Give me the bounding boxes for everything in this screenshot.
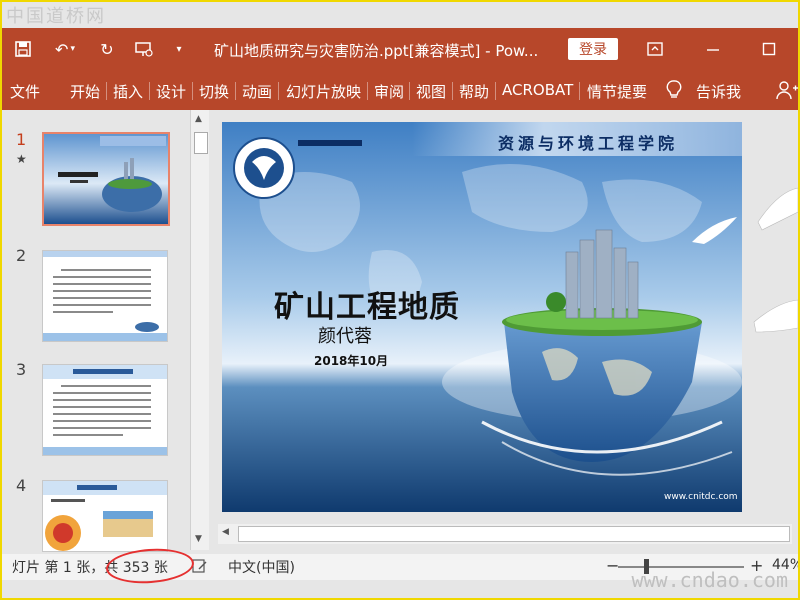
site-url-watermark: www.cndao.com — [631, 568, 788, 592]
tab-separator — [409, 82, 410, 100]
share-person-icon[interactable] — [776, 80, 798, 104]
seagull-decoration — [753, 187, 798, 333]
slide-number: 2 — [16, 246, 27, 265]
ribbon-display-options-icon[interactable] — [642, 36, 668, 62]
lightbulb-icon[interactable] — [666, 80, 682, 104]
title-bar: ↶ ▾ ↻ ▾ 矿山地质研究与灾害防治.ppt[兼容模式] - Pow... 登录 — [2, 28, 798, 70]
tab-acrobat[interactable]: ACROBAT — [502, 81, 573, 99]
tab-transitions[interactable]: 切换 — [199, 81, 229, 102]
tab-storyboarding[interactable]: 情节提要 — [587, 81, 647, 102]
tab-separator — [106, 82, 107, 100]
slide-number: 3 — [16, 360, 27, 379]
tab-animations[interactable]: 动画 — [242, 81, 272, 102]
slide-number: 1 — [16, 130, 27, 149]
notes-edit-icon[interactable] — [192, 558, 208, 578]
tab-separator — [235, 82, 236, 100]
tab-separator — [192, 82, 193, 100]
slide-thumbnail-4[interactable] — [42, 480, 168, 552]
login-button[interactable]: 登录 — [568, 38, 618, 60]
tab-separator — [278, 82, 279, 100]
minimize-icon[interactable] — [700, 36, 726, 62]
scroll-left-icon[interactable]: ◀ — [222, 527, 229, 537]
tab-separator — [452, 82, 453, 100]
slide-footer-url: www.cnitdc.com — [664, 492, 738, 502]
scroll-up-icon[interactable]: ▲ — [195, 114, 202, 124]
thumbnail-scrollbar[interactable]: ▲ ▼ — [190, 110, 209, 550]
ribbon-tabs: 文件 开始 插入 设计 切换 动画 幻灯片放映 审阅 视图 帮助 ACROBAT… — [2, 70, 798, 110]
star-icon: ★ — [16, 152, 27, 166]
slide-thumbnail-3[interactable] — [42, 364, 168, 456]
tab-separator — [495, 82, 496, 100]
present-from-start-icon[interactable] — [132, 38, 156, 60]
maximize-icon[interactable] — [756, 36, 782, 62]
slide-title[interactable]: 矿山工程地质 — [274, 282, 460, 326]
document-title: 矿山地质研究与灾害防治.ppt[兼容模式] - Pow... — [214, 42, 539, 60]
undo-icon[interactable]: ↶ ▾ — [50, 38, 80, 60]
tab-slideshow[interactable]: 幻灯片放映 — [286, 81, 361, 102]
tab-review[interactable]: 审阅 — [374, 81, 404, 102]
slide-canvas[interactable]: 资源与环境工程学院 矿山工程地质 颜代蓉 2018年10月 www.cnitdc… — [222, 122, 742, 512]
scroll-thumb[interactable] — [194, 132, 208, 154]
slide-thumbnail-1[interactable] — [42, 132, 170, 226]
scroll-down-icon[interactable]: ▼ — [195, 534, 202, 544]
tab-design[interactable]: 设计 — [156, 81, 186, 102]
window-frame: 中国道桥网 ↶ ▾ ↻ ▾ 矿山地质研究与灾害防治.ppt[兼容模式] - Pow… — [0, 0, 800, 600]
tab-view[interactable]: 视图 — [416, 81, 446, 102]
customize-quick-access-icon[interactable]: ▾ — [172, 38, 186, 60]
slide-number: 4 — [16, 476, 27, 495]
tab-separator — [367, 82, 368, 100]
tab-help[interactable]: 帮助 — [459, 81, 489, 102]
horizontal-scroll-thumb[interactable] — [238, 526, 790, 542]
tab-file[interactable]: 文件 — [10, 81, 40, 102]
tell-me-search[interactable]: 告诉我 — [696, 81, 741, 102]
redo-icon[interactable]: ↻ — [96, 38, 118, 60]
slide-author[interactable]: 颜代蓉 — [318, 322, 372, 348]
slide-school-name: 资源与环境工程学院 — [498, 134, 679, 153]
tab-separator — [149, 82, 150, 100]
tab-separator — [579, 82, 580, 100]
slide-thumbnail-2[interactable] — [42, 250, 168, 342]
save-icon[interactable] — [12, 38, 34, 60]
language-status[interactable]: 中文(中国) — [228, 557, 295, 577]
slide-horizontal-scrollbar[interactable]: ◀ — [218, 524, 792, 544]
site-watermark: 中国道桥网 — [6, 6, 106, 27]
tab-insert[interactable]: 插入 — [113, 81, 143, 102]
slide-thumbnail-pane: 1 ★ 2 3 4 ▲ ▼ — [2, 110, 214, 552]
tab-home[interactable]: 开始 — [70, 81, 100, 102]
slide-date[interactable]: 2018年10月 — [314, 352, 388, 369]
